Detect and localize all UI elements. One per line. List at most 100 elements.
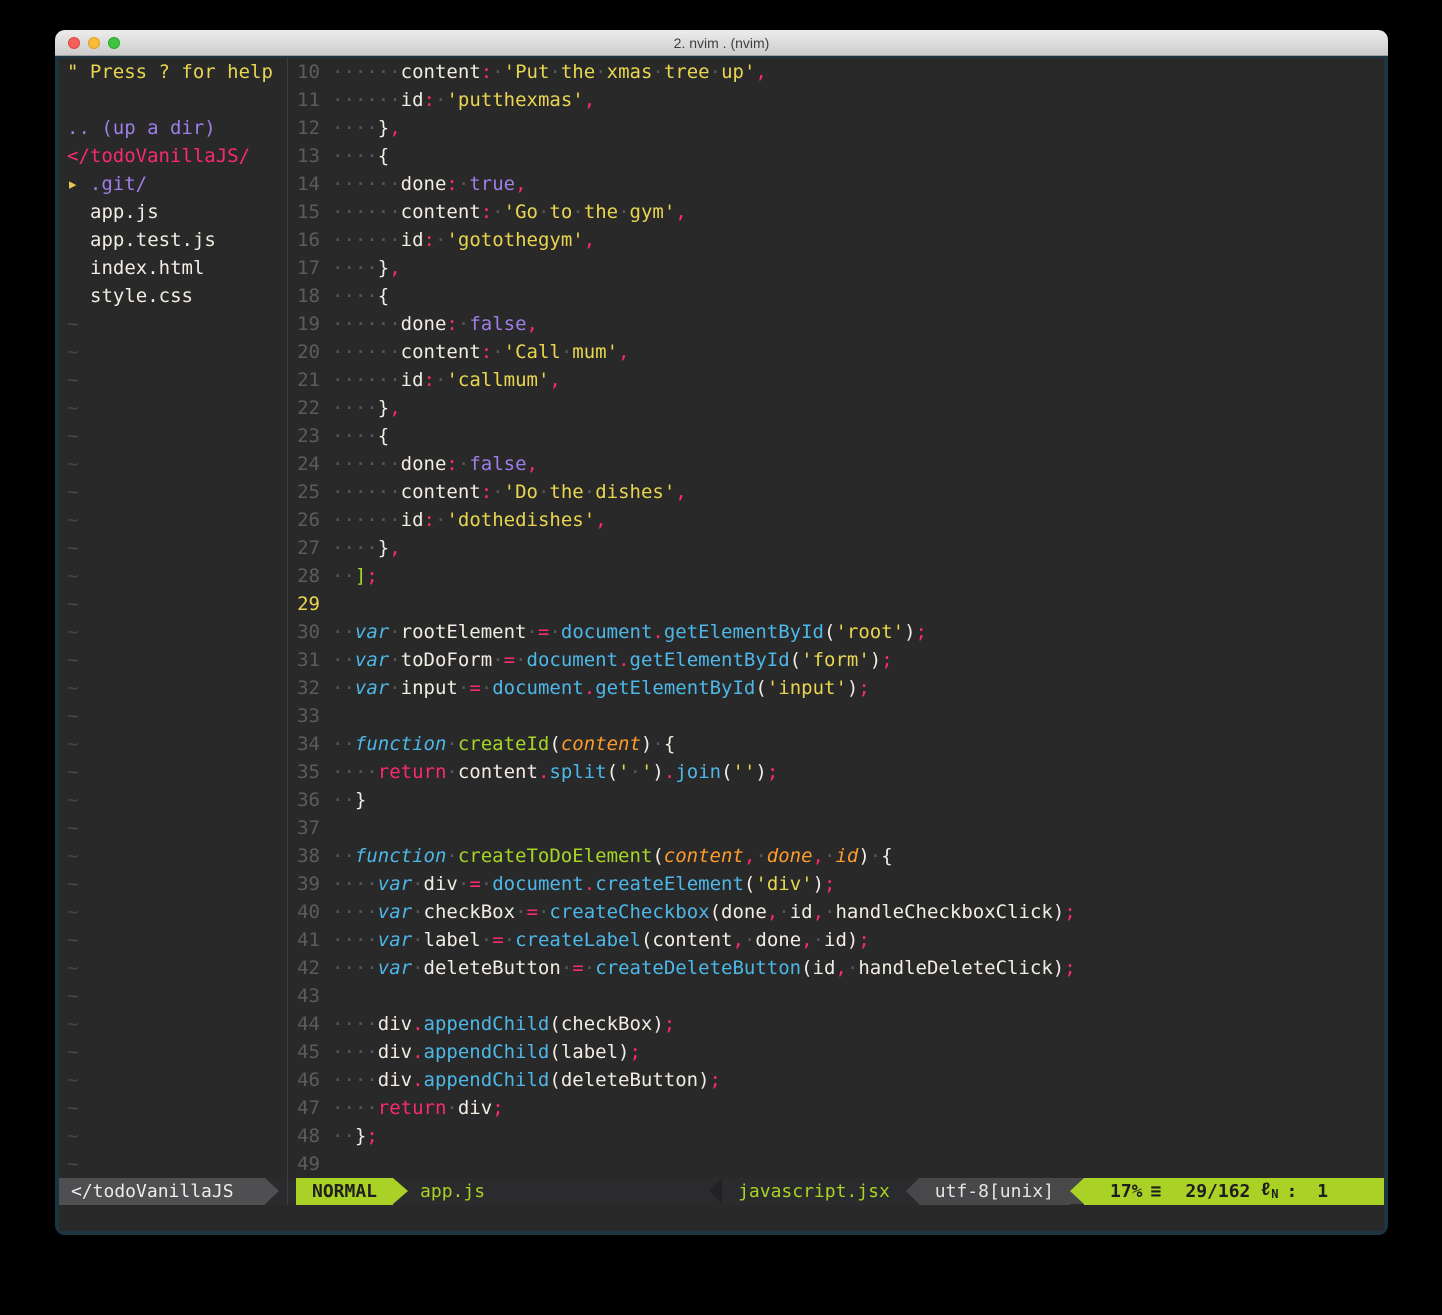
line-number: 17 [288,254,332,282]
line-number: 32 [288,674,332,702]
code-line-text: ······id:·'callmum', [332,366,1384,394]
window-titlebar[interactable]: 2. nvim . (nvim) [55,30,1388,56]
code-line[interactable]: 42····var·deleteButton·=·createDeleteBut… [288,954,1384,982]
code-line[interactable]: 15······content:·'Go·to·the·gym', [288,198,1384,226]
tree-item-file[interactable]: index.html [67,254,287,282]
line-number: 11 [288,86,332,114]
tree-item-label: app.js [90,201,159,223]
line-number: 25 [288,478,332,506]
code-line[interactable]: 38··function·createToDoElement(content,·… [288,842,1384,870]
code-line[interactable]: 12····}, [288,114,1384,142]
line-number: 46 [288,1066,332,1094]
code-line[interactable]: 31··var·toDoForm·=·document.getElementBy… [288,646,1384,674]
code-line[interactable]: 14······done:·true, [288,170,1384,198]
code-line[interactable]: 17····}, [288,254,1384,282]
code-line[interactable]: 36··} [288,786,1384,814]
code-line[interactable]: 26······id:·'dothedishes', [288,506,1384,534]
code-line[interactable]: 22····}, [288,394,1384,422]
zoom-button[interactable] [108,37,120,49]
empty-line-tilde: ~ [67,450,287,478]
code-line[interactable]: 40····var·checkBox·=·createCheckbox(done… [288,898,1384,926]
tree-item-file[interactable]: style.css [67,282,287,310]
code-line-text: ··} [332,786,1384,814]
code-line[interactable]: 34··function·createId(content)·{ [288,730,1384,758]
tree-item-dir[interactable]: ▸ .git/ [67,170,287,198]
code-line-text: ····var·label·=·createLabel(content,·don… [332,926,1384,954]
line-number: 49 [288,1150,332,1178]
line-number: 23 [288,422,332,450]
code-line[interactable]: 30··var·rootElement·=·document.getElemen… [288,618,1384,646]
line-number: 15 [288,198,332,226]
empty-line-tilde: ~ [67,310,287,338]
code-line[interactable]: 46····div.appendChild(deleteButton); [288,1066,1384,1094]
code-line-text: ······content:·'Go·to·the·gym', [332,198,1384,226]
line-number: 35 [288,758,332,786]
empty-line-tilde: ~ [67,954,287,982]
tree-item-blank [67,86,287,114]
code-line[interactable]: 20······content:·'Call·mum', [288,338,1384,366]
code-line[interactable]: 25······content:·'Do·the·dishes', [288,478,1384,506]
close-button[interactable] [68,37,80,49]
code-line[interactable]: 24······done:·false, [288,450,1384,478]
code-line[interactable]: 28··]; [288,562,1384,590]
line-number: 21 [288,366,332,394]
code-line[interactable]: 10······content:·'Put·the·xmas·tree·up', [288,58,1384,86]
code-line[interactable]: 41····var·label·=·createLabel(content,·d… [288,926,1384,954]
tree-item-label: </todoVanillaJS/ [67,145,250,167]
code-line[interactable]: 48··}; [288,1122,1384,1150]
empty-line-tilde: ~ [67,1038,287,1066]
empty-line-tilde: ~ [67,926,287,954]
command-line[interactable] [59,1205,1384,1231]
code-line-text: ······content:·'Do·the·dishes', [332,478,1384,506]
code-line-text: ······id:·'gotothegym', [332,226,1384,254]
code-line[interactable]: 27····}, [288,534,1384,562]
code-line[interactable]: 33 [288,702,1384,730]
nerdtree-sidebar[interactable]: " Press ? for help.. (up a dir)</todoVan… [59,58,287,1178]
cursor-column: 1 [1317,1178,1328,1205]
code-line[interactable]: 45····div.appendChild(label); [288,1038,1384,1066]
nvim-screen: " Press ? for help.. (up a dir)</todoVan… [59,58,1384,1231]
statusline: </todoVanillaJS NORMAL app.js javascript… [59,1178,1384,1205]
code-line[interactable]: 13····{ [288,142,1384,170]
tree-item-label: .. (up a dir) [67,117,216,139]
terminal-frame: " Press ? for help.. (up a dir)</todoVan… [55,56,1388,1235]
empty-line-tilde: ~ [67,478,287,506]
statusline-tree-path: </todoVanillaJS [59,1178,265,1205]
code-line[interactable]: 37 [288,814,1384,842]
collapsed-dir-arrow-icon[interactable]: ▸ [67,173,90,195]
code-line[interactable]: 16······id:·'gotothegym', [288,226,1384,254]
code-line-text: ······done:·false, [332,310,1384,338]
line-number: 13 [288,142,332,170]
tree-item-root[interactable]: </todoVanillaJS/ [67,142,287,170]
powerline-separator [709,1178,722,1204]
code-line-text: ··]; [332,562,1384,590]
code-line[interactable]: 43 [288,982,1384,1010]
code-line[interactable]: 49 [288,1150,1384,1178]
powerline-separator [393,1178,408,1204]
minimize-button[interactable] [88,37,100,49]
code-line[interactable]: 44····div.appendChild(checkBox); [288,1010,1384,1038]
code-line[interactable]: 23····{ [288,422,1384,450]
powerline-separator [906,1178,919,1204]
code-line[interactable]: 18····{ [288,282,1384,310]
code-line[interactable]: 39····var·div·=·document.createElement('… [288,870,1384,898]
code-buffer[interactable]: 10······content:·'Put·the·xmas·tree·up',… [288,58,1384,1178]
code-line[interactable]: 32··var·input·=·document.getElementById(… [288,674,1384,702]
code-line[interactable]: 21······id:·'callmum', [288,366,1384,394]
code-line[interactable]: 35····return·content.split('·').join('')… [288,758,1384,786]
line-number: 42 [288,954,332,982]
empty-line-tilde: ~ [67,366,287,394]
code-line[interactable]: 11······id:·'putthexmas', [288,86,1384,114]
line-number: 48 [288,1122,332,1150]
code-line[interactable]: 19······done:·false, [288,310,1384,338]
tree-item-label: app.test.js [90,229,216,251]
tree-item-file[interactable]: app.test.js [67,226,287,254]
tree-item-file[interactable]: app.js [67,198,287,226]
code-line[interactable]: 47····return·div; [288,1094,1384,1122]
tree-item-up-dir[interactable]: .. (up a dir) [67,114,287,142]
empty-line-tilde: ~ [67,646,287,674]
line-number: 39 [288,870,332,898]
code-line[interactable]: 29 [288,590,1384,618]
line-number: 31 [288,646,332,674]
line-number: 34 [288,730,332,758]
